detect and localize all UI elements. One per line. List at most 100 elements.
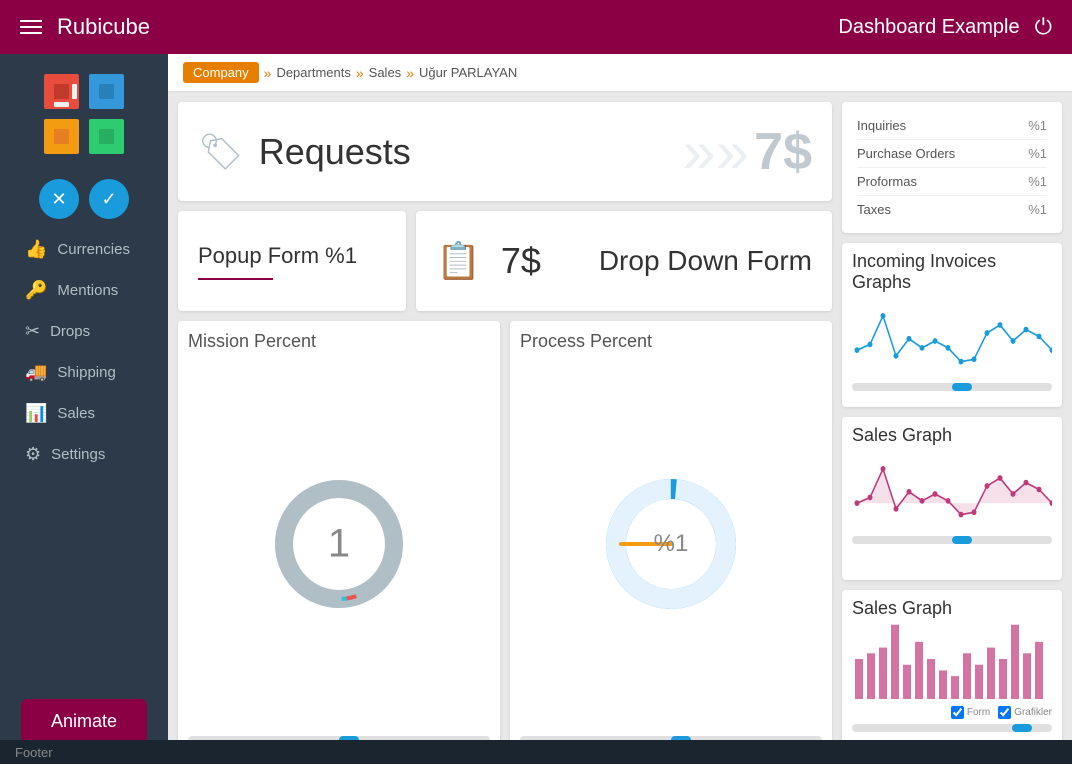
sales1-scrollbar[interactable] [852,536,1052,544]
process-value: %1 [654,530,689,558]
sidebar-x-button[interactable]: ✕ [39,179,79,219]
right-panels: Inquiries %1 Purchase Orders %1 Proforma… [842,102,1062,754]
info-label-purchase: Purchase Orders [857,146,955,161]
footer-text: Footer [15,745,53,760]
mission-value: 1 [328,522,350,567]
topbar: Rubicube Dashboard Example ⏻ [0,0,1072,54]
info-value-taxes: %1 [1028,202,1047,217]
sidebar-item-sales[interactable]: 📊 Sales [10,393,158,434]
logo-area [34,64,134,164]
requests-arrows: »» [682,117,749,186]
sidebar-item-mentions[interactable]: 🔑 Mentions [10,270,158,311]
info-label-taxes: Taxes [857,202,891,217]
content-area: 🏷 Requests »» 7$ Popup Form %1 [168,92,1072,764]
popup-form-card[interactable]: Popup Form %1 [178,211,406,311]
sidebar-nav: 👍 Currencies 🔑 Mentions ✂ Drops 🚚 Shippi… [0,229,168,475]
animate-button[interactable]: Animate [21,699,147,744]
popup-form-title: Popup Form %1 [198,243,386,269]
sales-graph-2-card: Sales Graph [842,590,1062,754]
legend-form: Form [951,706,990,719]
sidebar-item-label: Settings [51,446,105,463]
sidebar-item-label: Sales [57,405,95,422]
breadcrumb-sep1: » [264,65,272,81]
sidebar-check-button[interactable]: ✓ [89,179,129,219]
info-value-proformas: %1 [1028,174,1047,189]
breadcrumb-sep3: » [406,65,414,81]
sidebar-item-settings[interactable]: ⚙ Settings [10,434,158,475]
dropdown-form-card[interactable]: 📋 7$ Drop Down Form [416,211,832,311]
left-panels: 🏷 Requests »» 7$ Popup Form %1 [178,102,832,754]
sidebar-item-shipping[interactable]: 🚚 Shipping [10,352,158,393]
legend-grafikler: Grafikler [998,706,1052,719]
incoming-scroll-thumb [952,383,972,391]
info-value-inquiries: %1 [1028,118,1047,133]
topbar-right: Dashboard Example ⏻ [838,14,1052,40]
requests-value: 7$ [754,122,812,182]
dropdown-form-title: Drop Down Form [599,245,812,277]
info-value-purchase: %1 [1028,146,1047,161]
legend-grafikler-checkbox[interactable] [998,706,1011,719]
process-donut: %1 [596,469,746,619]
legend-form-label: Form [967,707,990,718]
requests-icon: 🏷 [198,131,244,173]
info-row-inquiries: Inquiries %1 [857,112,1047,140]
sidebar-item-label: Shipping [57,364,115,381]
breadcrumb-sep2: » [356,65,364,81]
legend-form-checkbox[interactable] [951,706,964,719]
sidebar-item-label: Mentions [57,282,118,299]
hamburger-icon[interactable] [20,20,42,34]
breadcrumb-user: Uğur PARLAYAN [419,65,517,80]
info-row-taxes: Taxes %1 [857,196,1047,223]
sidebar: ✕ ✓ 👍 Currencies 🔑 Mentions ✂ Drops 🚚 Sh… [0,54,168,764]
info-label-inquiries: Inquiries [857,118,906,133]
brand-name: Rubicube [57,14,150,40]
sidebar-icons-row: ✕ ✓ [39,179,129,219]
sidebar-item-currencies[interactable]: 👍 Currencies [10,229,158,270]
dropdown-count: 7$ [501,240,541,282]
process-title: Process Percent [520,331,652,352]
info-row-purchase: Purchase Orders %1 [857,140,1047,168]
main-layout: ✕ ✓ 👍 Currencies 🔑 Mentions ✂ Drops 🚚 Sh… [0,54,1072,764]
mission-card: Mission Percent 1 [178,321,500,754]
sales-graph-1-title: Sales Graph [852,425,952,445]
sales-graph-1-svg [852,446,1052,526]
breadcrumb-company[interactable]: Company [183,62,259,83]
row-cards: Popup Form %1 📋 7$ Drop Down Form [178,211,832,311]
sales-graph-2-svg [852,619,1052,699]
sidebar-item-label: Drops [50,323,90,340]
popup-form-underline [198,274,273,280]
incoming-graph-svg [852,293,1052,373]
mission-donut: 1 [264,469,414,619]
mission-title: Mission Percent [188,331,316,352]
chart-legend: Form Grafikler [852,706,1052,719]
mentions-icon: 🔑 [25,280,47,301]
breadcrumb-departments[interactable]: Departments [276,65,350,80]
sales-icon: 📊 [25,403,47,424]
requests-left: 🏷 Requests [198,131,411,173]
sidebar-item-label: Currencies [57,241,130,258]
breadcrumb: Company » Departments » Sales » Uğur PAR… [168,54,1072,92]
sales1-scroll-thumb [952,536,972,544]
sales2-scrollbar[interactable] [852,724,1052,732]
info-label-proformas: Proformas [857,174,917,189]
requests-card: 🏷 Requests »» 7$ [178,102,832,201]
settings-icon: ⚙ [25,444,41,465]
currencies-icon: 👍 [25,239,47,260]
charts-row: Mission Percent 1 [178,321,832,754]
incoming-scrollbar[interactable] [852,383,1052,391]
incoming-graph-title: Incoming Invoices Graphs [852,251,996,292]
sales-graph-1-card: Sales Graph [842,417,1062,581]
power-icon[interactable]: ⏻ [1035,14,1052,40]
dropdown-icon: 📋 [436,240,481,282]
process-card: Process Percent %1 [510,321,832,754]
shipping-icon: 🚚 [25,362,47,383]
sales2-scroll-thumb [1012,724,1032,732]
info-card: Inquiries %1 Purchase Orders %1 Proforma… [842,102,1062,233]
info-row-proformas: Proformas %1 [857,168,1047,196]
breadcrumb-sales[interactable]: Sales [369,65,402,80]
sidebar-item-drops[interactable]: ✂ Drops [10,311,158,352]
main-content: Company » Departments » Sales » Uğur PAR… [168,54,1072,764]
sales-graph-2-title: Sales Graph [852,598,952,618]
footer-bar: Footer [0,740,1072,764]
requests-title: Requests [259,131,411,173]
